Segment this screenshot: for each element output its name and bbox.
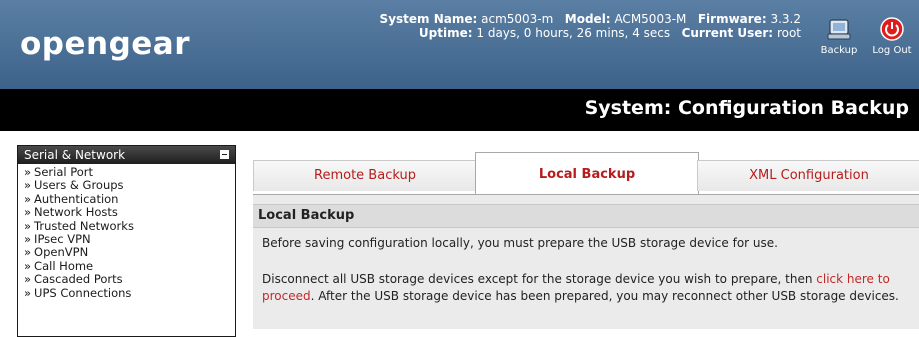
sidebar-item-label: Users & Groups — [34, 178, 124, 193]
sidebar-item-users-groups[interactable]: » Users & Groups — [24, 179, 235, 192]
panel-header: Local Backup — [253, 204, 919, 228]
double-chevron-icon: » — [24, 245, 32, 260]
system-name-value: acm5003-m — [481, 12, 554, 26]
system-name-label: System Name: — [379, 12, 478, 26]
sidebar-item-network-hosts[interactable]: » Network Hosts — [24, 206, 235, 219]
tab-local-backup[interactable]: Local Backup — [475, 152, 699, 195]
sidebar-menu: » Serial Port » Users & Groups » Authentica… — [18, 164, 235, 300]
sidebar-item-label: Call Home — [34, 258, 94, 273]
backup-icon — [827, 19, 851, 40]
instruction-text-2-before: Disconnect all USB storage devices excep… — [262, 272, 817, 286]
backup-button[interactable]: Backup — [817, 16, 861, 56]
instruction-text-2-after: . After the USB storage device has been … — [310, 289, 899, 303]
sidebar: Serial & Network » Serial Port » Users & G… — [17, 145, 236, 337]
double-chevron-icon: » — [24, 285, 32, 300]
sidebar-item-label: UPS Connections — [34, 285, 132, 300]
model-label: Model: — [564, 12, 611, 26]
tab-remote-backup[interactable]: Remote Backup — [253, 160, 477, 191]
sidebar-item-call-home[interactable]: » Call Home — [24, 258, 235, 273]
system-info-line-1: System Name: acm5003-m Model: ACM5003-M … — [380, 12, 801, 26]
tab-xml-configuration[interactable]: XML Configuration — [697, 160, 919, 191]
double-chevron-icon: » — [24, 205, 32, 220]
collapse-icon[interactable] — [220, 150, 229, 159]
double-chevron-icon: » — [24, 258, 32, 273]
sidebar-item-ipsec-vpn[interactable]: » IPsec VPN — [24, 232, 235, 247]
panel-heading: Local Backup — [258, 208, 355, 223]
sidebar-heading[interactable]: Serial & Network — [18, 146, 235, 164]
opengear-logo[interactable]: opengear — [20, 26, 190, 62]
instruction-text-2: Disconnect all USB storage devices excep… — [262, 271, 912, 305]
current-user-label: Current User: — [681, 26, 774, 40]
title-bar: System: Configuration Backup — [0, 89, 919, 131]
sidebar-heading-label: Serial & Network — [24, 148, 126, 162]
firmware-label: Firmware: — [697, 12, 767, 26]
double-chevron-icon: » — [24, 191, 32, 206]
app-header: opengear System Name: acm5003-m Model: A… — [0, 0, 919, 89]
sidebar-item-label: Network Hosts — [34, 205, 118, 220]
logout-button[interactable]: Log Out — [870, 16, 914, 56]
sidebar-item-label: Serial Port — [34, 165, 94, 179]
instruction-text-1: Before saving configuration locally, you… — [262, 236, 778, 250]
backup-label: Backup — [820, 45, 858, 56]
double-chevron-icon: » — [24, 272, 32, 287]
sidebar-item-label: Cascaded Ports — [34, 272, 123, 287]
double-chevron-icon: » — [24, 165, 32, 179]
page-title: System: Configuration Backup — [584, 97, 909, 119]
sidebar-item-cascaded-ports[interactable]: » Cascaded Ports — [24, 273, 235, 286]
power-icon — [880, 17, 904, 41]
sidebar-item-label: IPsec VPN — [34, 232, 91, 247]
sidebar-item-label: OpenVPN — [34, 245, 89, 260]
system-info-line-2: Uptime: 1 days, 0 hours, 26 mins, 4 secs… — [380, 26, 801, 40]
sidebar-item-ups-connections[interactable]: » UPS Connections — [24, 285, 235, 300]
sidebar-item-openvpn[interactable]: » OpenVPN — [24, 246, 235, 259]
logout-label: Log Out — [872, 45, 912, 56]
sidebar-item-authentication[interactable]: » Authentication — [24, 191, 235, 206]
model-value: ACM5003-M — [614, 12, 687, 26]
double-chevron-icon: » — [24, 218, 32, 233]
double-chevron-icon: » — [24, 178, 32, 193]
current-user-value: root — [776, 26, 801, 40]
uptime-label: Uptime: — [418, 26, 473, 40]
system-info: System Name: acm5003-m Model: ACM5003-M … — [380, 12, 801, 40]
backup-tabs: Remote Backup Local Backup XML Configura… — [253, 152, 919, 195]
sidebar-item-label: Trusted Networks — [34, 218, 134, 233]
sidebar-item-serial-port[interactable]: » Serial Port — [24, 165, 235, 179]
double-chevron-icon: » — [24, 232, 32, 247]
uptime-value: 1 days, 0 hours, 26 mins, 4 secs — [476, 26, 671, 40]
sidebar-item-label: Authentication — [34, 191, 119, 206]
local-backup-panel: Local Backup Before saving configuration… — [253, 194, 919, 329]
sidebar-item-trusted-networks[interactable]: » Trusted Networks — [24, 218, 235, 233]
firmware-value: 3.3.2 — [770, 12, 801, 26]
